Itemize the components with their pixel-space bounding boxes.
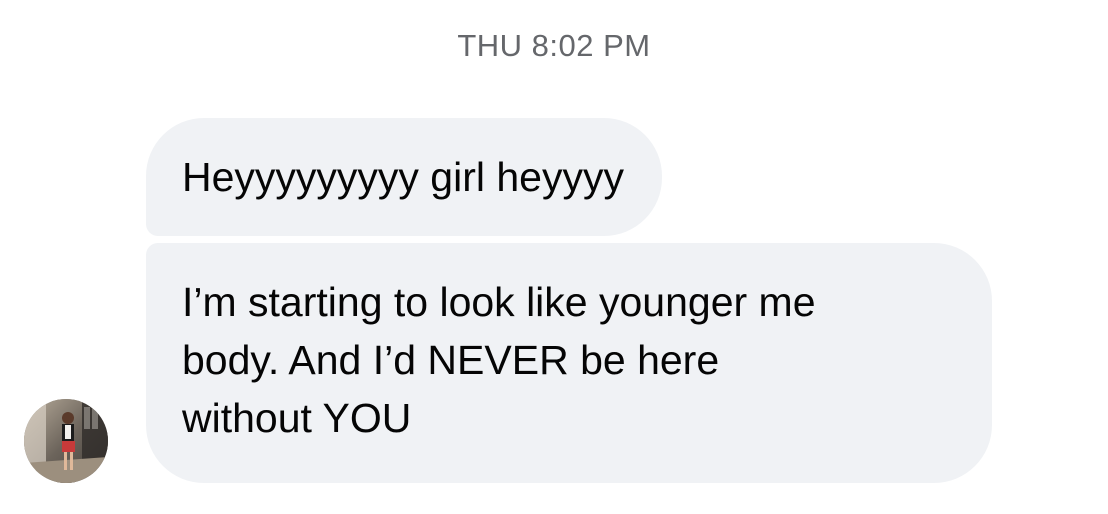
message-text-line: I’m starting to look like younger me — [182, 279, 816, 325]
sender-avatar[interactable] — [24, 399, 108, 483]
message-text-line: without YOU — [182, 395, 412, 441]
message-bubble[interactable]: Heyyyyyyyyy girl heyyyy — [146, 118, 662, 236]
message-text-line: body. And I’d NEVER be here — [182, 337, 720, 383]
message-timestamp: THU 8:02 PM — [457, 28, 651, 63]
message-text: Heyyyyyyyyy girl heyyyy — [182, 154, 624, 200]
avatar-photo-icon — [24, 399, 108, 483]
message-bubble[interactable]: I’m starting to look like younger me bod… — [146, 243, 992, 483]
